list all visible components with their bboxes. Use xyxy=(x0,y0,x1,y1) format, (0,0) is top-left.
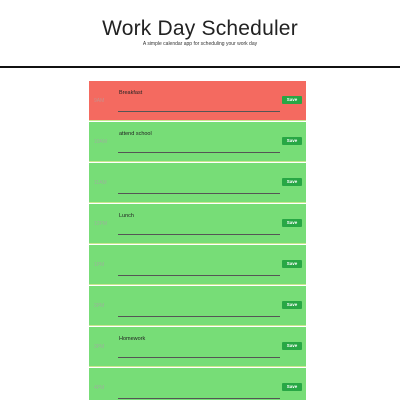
hour-label: 4PM xyxy=(94,385,105,391)
event-text: Breakfast xyxy=(119,90,143,96)
page-header: Work Day Scheduler A simple calendar app… xyxy=(0,0,400,66)
event-textarea[interactable] xyxy=(118,294,280,317)
save-button[interactable]: Save xyxy=(282,96,302,104)
event-textarea[interactable]: Homework xyxy=(118,335,280,358)
event-textarea[interactable]: attend school xyxy=(118,130,280,153)
time-block-row: 12PM Lunch Save xyxy=(89,204,306,244)
event-text: Homework xyxy=(119,336,146,342)
time-block-row: 4PM Save xyxy=(89,368,306,400)
event-textarea[interactable]: Breakfast xyxy=(118,89,280,112)
time-block-row: 10AM attend school Save xyxy=(89,122,306,162)
header-divider xyxy=(0,66,400,68)
time-block-row: 2PM Save xyxy=(89,286,306,326)
event-text: attend school xyxy=(119,131,152,137)
event-textarea[interactable]: Lunch xyxy=(118,212,280,235)
hour-label: 9AM xyxy=(94,98,105,104)
time-block-row: 1PM Save xyxy=(89,245,306,285)
event-textarea[interactable] xyxy=(118,376,280,399)
hour-label: 12PM xyxy=(94,221,108,227)
event-text: Lunch xyxy=(119,213,134,219)
save-button[interactable]: Save xyxy=(282,260,302,268)
time-block-row: 3PM Homework Save xyxy=(89,327,306,367)
save-button[interactable]: Save xyxy=(282,178,302,186)
save-button[interactable]: Save xyxy=(282,137,302,145)
event-textarea[interactable] xyxy=(118,253,280,276)
hour-label: 3PM xyxy=(94,344,105,350)
save-button[interactable]: Save xyxy=(282,301,302,309)
save-button[interactable]: Save xyxy=(282,383,302,391)
time-block-row: 9AM Breakfast Save xyxy=(89,81,306,121)
time-block-row: 11AM Save xyxy=(89,163,306,203)
hour-label: 2PM xyxy=(94,303,105,309)
hour-label: 10AM xyxy=(94,139,108,145)
page-subtitle: A simple calendar app for scheduling you… xyxy=(142,41,258,47)
save-button[interactable]: Save xyxy=(282,342,302,350)
schedule-container: 9AM Breakfast Save 10AM attend school Save 11A… xyxy=(89,81,306,400)
hour-label: 11AM xyxy=(94,180,107,186)
save-button[interactable]: Save xyxy=(282,219,302,227)
page-title: Work Day Scheduler xyxy=(102,17,298,40)
hour-label: 1PM xyxy=(94,262,105,268)
event-textarea[interactable] xyxy=(118,171,280,194)
